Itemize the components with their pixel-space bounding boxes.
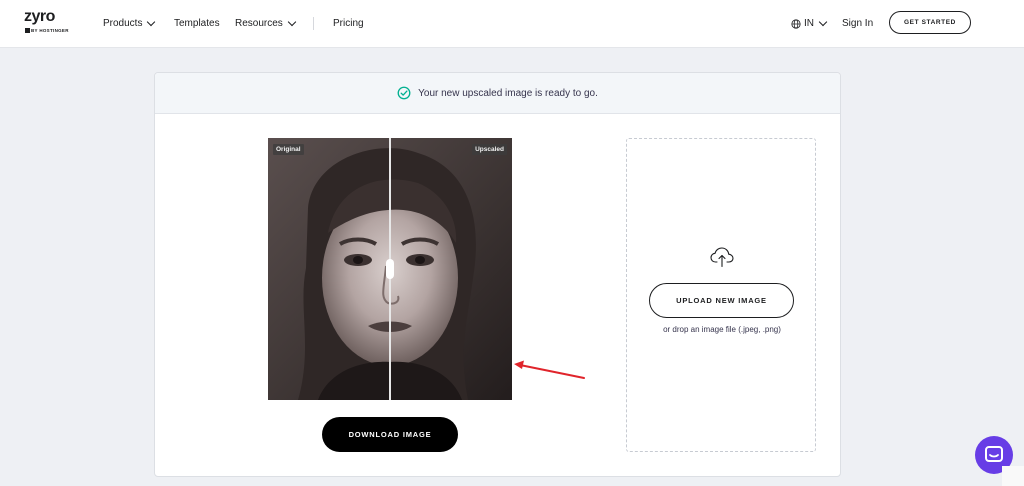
nav-pricing[interactable]: Pricing: [333, 0, 364, 47]
language-selector[interactable]: IN: [791, 0, 828, 47]
hostinger-mark-icon: [25, 28, 30, 34]
upscaled-label: Upscaled: [472, 144, 507, 155]
drop-file-hint: or drop an image file (.jpeg, .png): [663, 325, 781, 334]
nav-templates-label: Templates: [174, 18, 220, 29]
chevron-down-icon: [818, 17, 828, 26]
success-banner: Your new upscaled image is ready to go.: [155, 73, 840, 114]
check-circle-icon: [397, 86, 411, 100]
success-message: Your new upscaled image is ready to go.: [418, 87, 598, 99]
image-drop-zone[interactable]: UPLOAD NEW IMAGE or drop an image file (…: [626, 138, 816, 452]
chevron-down-icon: [147, 17, 156, 26]
nav-templates[interactable]: Templates: [174, 0, 220, 47]
nav-products-label: Products: [103, 18, 143, 29]
chevron-down-icon: [287, 17, 297, 26]
globe-icon: [791, 18, 801, 29]
original-label: Original: [273, 144, 304, 155]
sign-in-label: Sign In: [842, 18, 874, 29]
nav-resources[interactable]: Resources: [235, 0, 297, 47]
download-image-button[interactable]: DOWNLOAD IMAGE: [322, 417, 458, 452]
comparison-slider-handle[interactable]: [386, 259, 394, 279]
nav-pricing-label: Pricing: [333, 18, 364, 29]
recaptcha-badge: [1002, 466, 1024, 486]
upload-new-image-button[interactable]: UPLOAD NEW IMAGE: [649, 283, 794, 318]
logo-subtitle-text: BY HOSTINGER: [31, 28, 69, 33]
nav-products[interactable]: Products: [103, 0, 156, 47]
language-label: IN: [804, 18, 814, 29]
zyro-logo[interactable]: zyro BY HOSTINGER: [24, 9, 74, 39]
annotation-arrow-icon: [514, 360, 585, 379]
chat-icon: [985, 446, 1003, 462]
logo-subtitle: BY HOSTINGER: [24, 28, 74, 34]
nav-resources-label: Resources: [235, 18, 283, 29]
before-after-image-comparison[interactable]: Original Upscaled: [268, 138, 512, 400]
logo-wordmark: zyro: [24, 8, 55, 25]
upscaler-result-card: Your new upscaled image is ready to go.: [154, 72, 841, 477]
nav-divider: [313, 17, 314, 30]
sign-in-link[interactable]: Sign In: [842, 0, 873, 47]
top-navigation-bar: zyro BY HOSTINGER Products Templates Res…: [0, 0, 1024, 48]
cloud-upload-icon: [710, 247, 734, 268]
get-started-button[interactable]: GET STARTED: [889, 11, 971, 34]
